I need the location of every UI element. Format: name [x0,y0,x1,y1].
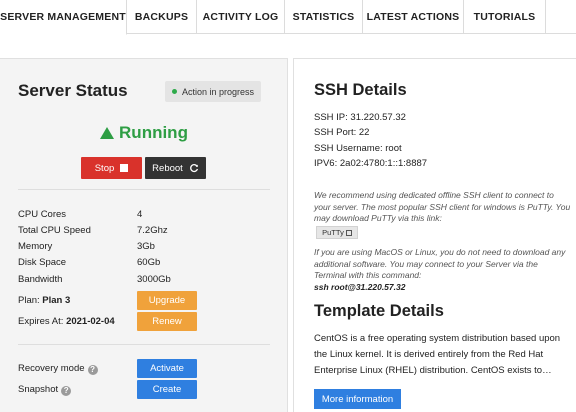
tab-server-management[interactable]: SERVER MANAGEMENT [0,0,127,35]
spec-value-memory: 3Gb [137,241,155,252]
divider [18,344,270,345]
reboot-button-label: Reboot [152,162,183,174]
putty-link[interactable]: PuTTy [316,226,358,239]
spec-value-cpu-speed: 7.2Ghz [137,225,168,236]
template-description: CentOS is a free operating system distri… [314,333,561,376]
renew-button-label: Renew [152,316,182,327]
status-dot-icon [171,89,177,94]
spec-value-bandwidth: 3000Gb [137,274,171,285]
ssh-details-title: SSH Details [314,81,407,99]
snapshot-row: Snapshot? [18,384,72,396]
spec-label-cpu-speed: Total CPU Speed [18,225,91,236]
upgrade-button-label: Upgrade [148,295,186,306]
tab-tutorials[interactable]: TUTORIALS [464,0,546,34]
renew-button[interactable]: Renew [137,312,197,331]
tab-backups[interactable]: BACKUPS [127,0,197,34]
details-panel: SSH Details SSH IP: 31.220.57.32 SSH Por… [293,58,576,412]
plan-row: Plan: Plan 3 [18,295,70,306]
recovery-mode-row: Recovery mode? [18,363,98,375]
external-link-icon [345,229,352,236]
terminal-note: If you are using MacOS or Linux, you do … [314,247,572,293]
divider [18,189,270,190]
create-button[interactable]: Create [137,380,197,399]
activate-button-label: Activate [150,363,184,374]
plan-value: Plan 3 [42,295,71,306]
expires-value: 2021-02-04 [66,316,115,327]
help-icon[interactable]: ? [87,365,98,375]
ssh-ip: SSH IP: 31.220.57.32 [314,112,406,123]
tab-bar: SERVER MANAGEMENT BACKUPS ACTIVITY LOG S… [0,0,576,35]
ssh-command: ssh root@31.220.57.32 [314,281,406,292]
server-status-title: Server Status [18,81,128,100]
spec-label-cpu-cores: CPU Cores [18,209,67,220]
spec-label-memory: Memory [18,241,53,252]
putty-link-label: PuTTy [322,228,344,237]
ssh-client-note: We recommend using dedicated offline SSH… [314,190,571,223]
ssh-port: SSH Port: 22 [314,127,370,138]
template-details-title: Template Details [314,302,444,320]
help-icon[interactable]: ? [61,386,72,396]
upgrade-button[interactable]: Upgrade [137,291,197,310]
tab-latest-actions[interactable]: LATEST ACTIONS [363,0,464,34]
spec-value-disk-space: 60Gb [137,257,161,268]
stop-square-icon [120,164,129,172]
running-label: Running [119,123,188,142]
terminal-note-text: If you are using MacOS or Linux, you do … [314,247,566,280]
spec-label-bandwidth: Bandwidth [18,274,63,285]
expires-label: Expires At: [18,316,64,327]
running-indicator: Running [0,123,288,143]
status-badge: Action in progress [165,81,261,102]
activate-button[interactable]: Activate [137,359,197,378]
ssh-ipv6: IPV6: 2a02:4780:1::1:8887 [314,158,428,169]
ssh-username: SSH Username: root [314,143,402,154]
status-badge-label: Action in progress [181,86,255,97]
recovery-mode-label: Recovery mode [18,363,85,374]
snapshot-label: Snapshot [18,384,59,395]
plan-label: Plan: [18,295,40,306]
stop-button[interactable]: Stop [81,157,142,179]
create-button-label: Create [152,384,182,395]
refresh-icon [189,164,198,173]
more-information-label: More information [321,393,394,405]
stop-button-label: Stop [94,162,115,174]
more-information-button[interactable]: More information [314,389,401,409]
triangle-up-icon [100,127,115,139]
spec-value-cpu-cores: 4 [137,209,143,220]
reboot-button[interactable]: Reboot [145,157,206,179]
tab-statistics[interactable]: STATISTICS [285,0,363,34]
spec-label-disk-space: Disk Space [18,257,67,268]
tab-activity-log[interactable]: ACTIVITY LOG [197,0,285,34]
server-status-panel: Server Status Action in progress Running… [0,58,288,412]
expires-row: Expires At: 2021-02-04 [18,316,115,327]
